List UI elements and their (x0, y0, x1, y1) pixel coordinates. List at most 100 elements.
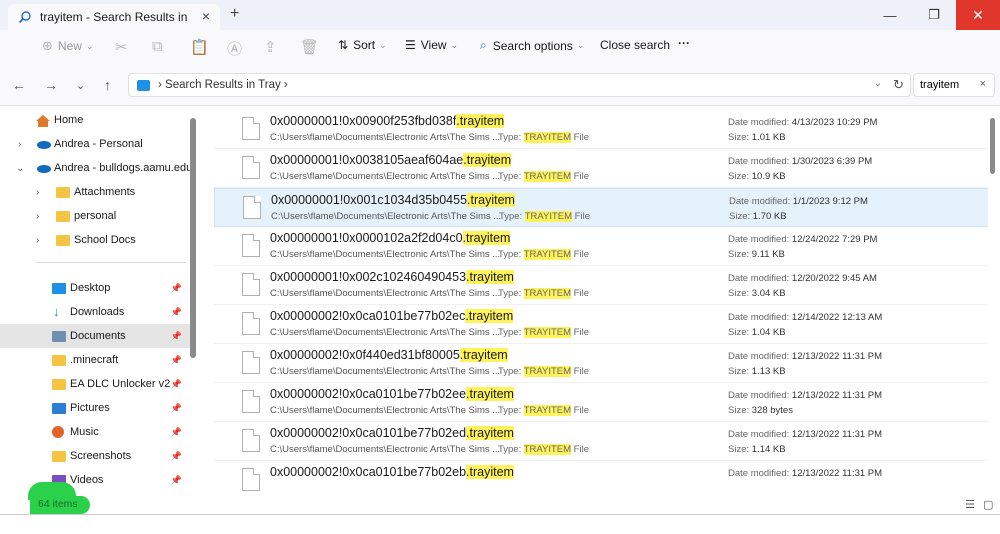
tab-search-results[interactable]: trayitem - Search Results in Tr × (8, 4, 220, 30)
sidebar-item-school-docs[interactable]: › School Docs (0, 228, 190, 252)
paste-icon[interactable]: 📋 (190, 38, 209, 56)
file-date: Date modified: 12/14/2022 12:13 AM (728, 312, 882, 323)
chevron-right-icon[interactable]: › (36, 235, 39, 246)
search-options-button[interactable]: ⌕ Search options ⌄ (480, 38, 584, 53)
sidebar-item-videos[interactable]: Videos 📌 (0, 468, 190, 492)
pin-icon[interactable]: 📌 (171, 427, 182, 438)
file-row[interactable]: 0x00000001!0x0038105aeaf604ae.trayitem C… (214, 149, 988, 188)
file-name: 0x00000001!0x002c102460490453.trayitem (270, 270, 514, 284)
file-size-value: 9.11 KB (751, 249, 785, 260)
maximize-button[interactable]: ❐ (912, 0, 956, 30)
refresh-icon[interactable]: ↻ (893, 77, 904, 93)
rename-icon[interactable]: Ⓐ (227, 38, 242, 59)
pin-icon[interactable]: 📌 (171, 283, 182, 294)
file-date-label: Date modified: (728, 429, 792, 440)
sidebar-item-pictures[interactable]: Pictures 📌 (0, 396, 190, 420)
file-name-match: .trayitem (456, 114, 505, 128)
forward-arrow-icon[interactable]: → (44, 77, 58, 93)
file-date-value: 12/14/2022 12:13 AM (791, 312, 883, 323)
folder-icon (56, 234, 70, 246)
file-row[interactable]: 0x00000002!0x0ca0101be77b02eb.trayitem D… (214, 461, 988, 496)
file-type-suffix: File (571, 132, 589, 143)
file-type: Type: TRAYITEM File (498, 132, 589, 143)
sidebar-item-andrea-personal[interactable]: › Andrea - Personal (0, 132, 190, 156)
sidebar-item-minecraft[interactable]: .minecraft 📌 (0, 348, 190, 372)
back-arrow-icon[interactable]: ← (12, 77, 26, 93)
sidebar-item-attachments[interactable]: › Attachments (0, 180, 190, 204)
pin-icon[interactable]: 📌 (171, 355, 182, 366)
chevron-right-icon[interactable]: › (36, 211, 39, 222)
file-row[interactable]: 0x00000001!0x00900f253fbd038f.trayitem C… (214, 110, 988, 149)
file-size: Size: 1.70 KB (729, 211, 787, 222)
close-search-button[interactable]: Close search (600, 38, 670, 52)
chevron-right-icon[interactable]: › (36, 187, 39, 198)
sidebar-item-screenshots[interactable]: Screenshots 📌 (0, 444, 190, 468)
sidebar-item-music[interactable]: Music 📌 (0, 420, 190, 444)
pin-icon[interactable]: 📌 (171, 379, 182, 390)
new-tab-button[interactable]: + (230, 5, 239, 23)
file-row-selected[interactable]: 0x00000001!0x001c1034d35b0455.trayitem C… (214, 188, 988, 227)
details-view-icon[interactable]: ☰ (965, 498, 975, 511)
close-window-button[interactable]: ✕ (956, 0, 1000, 30)
sidebar-item-personal[interactable]: › personal (0, 204, 190, 228)
file-name-base: 0x00000002!0x0f440ed31bf80005 (270, 348, 460, 362)
sidebar-item-andrea-bulldogs[interactable]: ⌄ Andrea - bulldogs.aamu.edu (0, 156, 192, 180)
file-size-value: 10.9 KB (751, 171, 786, 182)
file-row[interactable]: 0x00000002!0x0ca0101be77b02ed.trayitem C… (214, 422, 988, 461)
file-row[interactable]: 0x00000001!0x002c102460490453.trayitem C… (214, 266, 988, 305)
pin-icon[interactable]: 📌 (171, 451, 182, 462)
file-path: C:\Users\flame\Documents\Electronic Arts… (270, 366, 501, 377)
sort-button[interactable]: ⇅ Sort ⌄ (338, 38, 387, 52)
home-icon (36, 114, 50, 127)
command-bar: ⊕ New ⌄ ✂ ⧉ 📋 Ⓐ ⇪ 🗑 ⇅ Sort ⌄ ☰ View ⌄ ⌕ … (0, 30, 1000, 64)
file-name-base: 0x00000002!0x0ca0101be77b02ee (270, 387, 467, 401)
file-row[interactable]: 0x00000002!0x0ca0101be77b02ee.trayitem C… (214, 383, 988, 422)
more-options-button[interactable]: ··· (678, 36, 690, 50)
file-list-scrollbar[interactable] (990, 118, 995, 174)
search-input[interactable] (920, 75, 975, 95)
chevron-down-icon[interactable]: ⌄ (16, 163, 24, 174)
file-size-label: Size: (729, 211, 753, 222)
file-size-label: Size: (728, 444, 752, 455)
file-icon (242, 234, 260, 257)
chevron-down-icon[interactable]: ⌄ (874, 78, 882, 89)
sidebar-item-home[interactable]: Home (0, 108, 190, 132)
folder-icon (137, 79, 150, 91)
delete-icon[interactable]: 🗑 (300, 38, 319, 56)
file-name: 0x00000002!0x0ca0101be77b02ed.trayitem (270, 426, 514, 440)
file-row[interactable]: 0x00000002!0x0ca0101be77b02ec.trayitem C… (214, 305, 988, 344)
copy-icon[interactable]: ⧉ (152, 38, 163, 55)
recent-chevron-icon[interactable]: ⌄ (76, 79, 85, 92)
address-bar[interactable]: › Search Results in Tray › ⌄ ↻ (128, 73, 911, 97)
pin-icon[interactable]: 📌 (171, 331, 182, 342)
cloud-icon (36, 163, 51, 174)
up-arrow-icon[interactable]: ↑ (104, 77, 111, 93)
clear-search-icon[interactable]: × (980, 78, 986, 90)
file-type-suffix: File (571, 171, 589, 182)
cut-icon[interactable]: ✂ (115, 38, 128, 56)
pin-icon[interactable]: 📌 (171, 475, 182, 486)
tab-close-button[interactable]: × (202, 8, 210, 24)
pin-icon[interactable]: 📌 (171, 403, 182, 414)
file-row[interactable]: 0x00000002!0x0f440ed31bf80005.trayitem C… (214, 344, 988, 383)
file-row[interactable]: 0x00000001!0x0000102a2f2d04c0.trayitem C… (214, 227, 988, 266)
sidebar-scrollbar[interactable] (190, 118, 196, 358)
sidebar-item-ea-dlc-unlocker[interactable]: EA DLC Unlocker v2 📌 (0, 372, 190, 396)
new-button[interactable]: ⊕ New ⌄ (42, 38, 93, 54)
pin-icon[interactable]: 📌 (171, 307, 182, 318)
file-icon (242, 312, 260, 335)
view-button[interactable]: ☰ View ⌄ (405, 38, 458, 52)
search-icon (18, 10, 32, 24)
sidebar-item-label: Andrea - Personal (54, 138, 143, 150)
sidebar-item-downloads[interactable]: ↓ Downloads 📌 (0, 300, 190, 324)
tiles-view-icon[interactable]: ▢ (983, 498, 993, 511)
file-name-match: .trayitem (463, 153, 512, 167)
file-name: 0x00000001!0x00900f253fbd038f.trayitem (270, 114, 505, 128)
share-icon[interactable]: ⇪ (264, 38, 277, 56)
sidebar-item-desktop[interactable]: Desktop 📌 (0, 276, 190, 300)
minimize-button[interactable]: — (868, 0, 912, 30)
chevron-right-icon[interactable]: › (18, 139, 21, 150)
sidebar-item-documents[interactable]: Documents 📌 (0, 324, 190, 348)
file-path: C:\Users\flame\Documents\Electronic Arts… (270, 132, 501, 143)
file-name: 0x00000002!0x0f440ed31bf80005.trayitem (270, 348, 508, 362)
